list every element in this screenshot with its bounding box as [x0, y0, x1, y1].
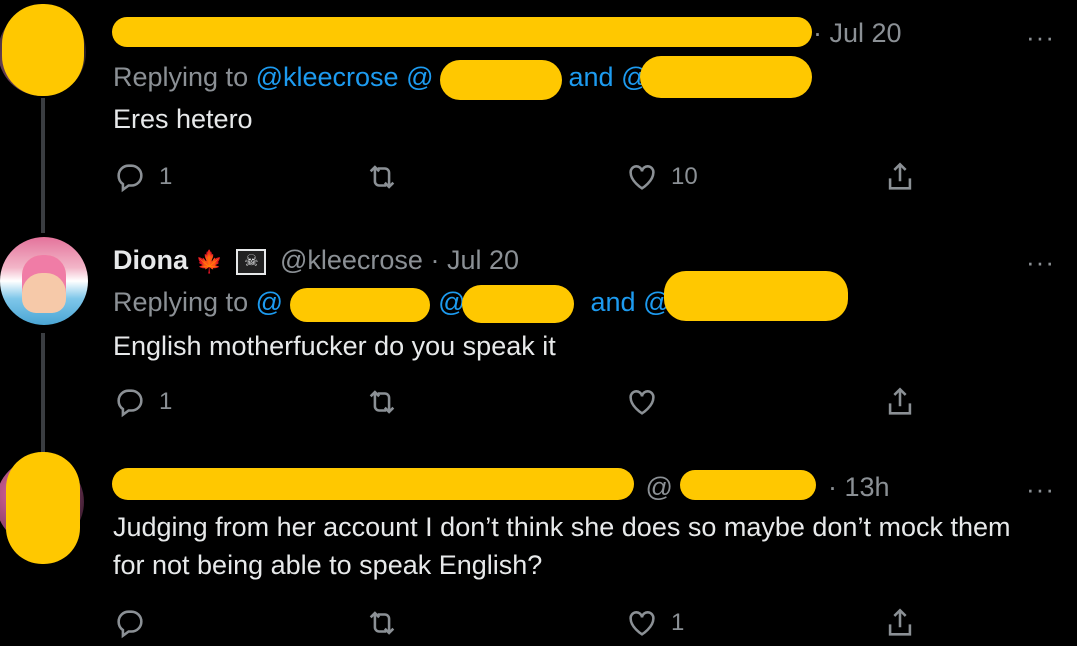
share-button[interactable]	[883, 160, 917, 194]
user-handle[interactable]: @	[646, 472, 673, 502]
redaction	[112, 17, 812, 47]
tweet-text: Judging from her account I don’t think s…	[113, 512, 1011, 580]
tweet-header: Diona 🍁 ☠ @kleecrose · Jul 20	[113, 245, 519, 276]
avatar[interactable]	[0, 237, 88, 325]
thread-line	[41, 333, 45, 453]
heart-icon	[629, 165, 655, 190]
reply-count: 1	[159, 163, 173, 190]
more-options-icon[interactable]: ···	[1026, 22, 1055, 53]
reply-button[interactable]: 1	[113, 160, 172, 194]
reply-button[interactable]	[113, 606, 147, 640]
tweet-actions: 1	[113, 385, 933, 425]
more-options-icon[interactable]: ···	[1026, 247, 1055, 278]
retweet-button[interactable]	[365, 385, 399, 419]
reply-icon	[117, 164, 143, 193]
retweet-icon	[369, 611, 395, 635]
tweet-text: Eres hetero	[113, 104, 253, 134]
avatar-character	[22, 255, 66, 313]
like-button[interactable]	[625, 385, 659, 419]
heart-icon	[629, 611, 655, 636]
retweet-button[interactable]	[365, 606, 399, 640]
tweet-date[interactable]: · Jul 20	[430, 245, 519, 275]
share-icon	[888, 387, 912, 415]
tweet-text: English motherfucker do you speak it	[113, 331, 556, 361]
share-icon	[888, 162, 912, 190]
retweet-icon	[369, 390, 395, 414]
tweet-actions: 1 10	[113, 160, 933, 200]
replying-to: Replying to @kleecrose @ and @	[113, 62, 649, 92]
mention-link[interactable]: @	[256, 287, 283, 317]
tweet-1[interactable]: · Jul 20 ··· Replying to @kleecrose @ an…	[0, 0, 1077, 228]
user-handle[interactable]: @kleecrose	[280, 245, 423, 275]
like-button[interactable]: 1	[625, 606, 684, 640]
reply-count: 1	[159, 388, 173, 415]
redaction	[680, 470, 816, 500]
heart-icon	[629, 390, 655, 415]
redaction	[290, 288, 430, 322]
retweet-icon	[369, 165, 395, 189]
tweet-date[interactable]: · 13h	[828, 472, 890, 502]
skull-crossbones-icon: ☠	[236, 248, 267, 275]
tweet-date[interactable]: · Jul 20	[813, 18, 902, 48]
share-button[interactable]	[883, 606, 917, 640]
share-button[interactable]	[883, 385, 917, 419]
redaction	[664, 271, 848, 321]
mention-link[interactable]: and @	[569, 62, 649, 92]
reply-icon	[117, 389, 143, 418]
maple-leaf-icon: 🍁	[195, 249, 223, 274]
like-button[interactable]: 10	[625, 160, 698, 194]
mention-link[interactable]: @kleecrose @	[256, 62, 434, 92]
like-count: 1	[671, 609, 685, 636]
tweet-3[interactable]: @ · 13h ··· Judging from her account I d…	[0, 450, 1077, 643]
redaction	[440, 60, 562, 100]
reply-icon	[117, 610, 143, 639]
display-name[interactable]: Diona	[113, 245, 188, 275]
redaction	[112, 468, 634, 500]
thread-line	[41, 225, 45, 233]
reply-button[interactable]: 1	[113, 385, 172, 419]
retweet-button[interactable]	[365, 160, 399, 194]
more-options-icon[interactable]: ···	[1026, 474, 1055, 505]
redaction	[640, 56, 812, 98]
like-count: 10	[671, 163, 698, 190]
redaction	[462, 285, 574, 323]
redaction	[6, 452, 80, 564]
redaction	[2, 4, 84, 96]
mention-link[interactable]: and @	[591, 287, 671, 317]
share-icon	[888, 608, 912, 636]
tweet-actions: 1	[113, 606, 933, 646]
tweet-2[interactable]: Diona 🍁 ☠ @kleecrose · Jul 20 ··· Replyi…	[0, 225, 1077, 453]
thread-line	[41, 98, 45, 228]
